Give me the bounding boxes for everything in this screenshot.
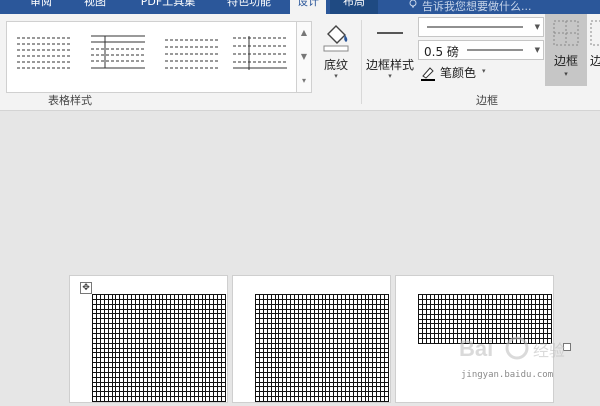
pen-weight-combo[interactable]: 0.5 磅 ▼	[418, 40, 544, 60]
table-grid-lines	[92, 294, 226, 402]
ribbon: ▲ ▼ ▾ 表格样式 底纹 ▾ 边框样式 ▾ ▼ 0.5 磅 ▼ 笔颜色 ▾ 边…	[0, 14, 600, 111]
border-styles-button[interactable]: 边框样式 ▾	[363, 18, 417, 88]
line-style-icon	[377, 32, 403, 34]
border-styles-dropdown-icon: ▾	[388, 72, 392, 80]
svg-text:Bai: Bai	[459, 336, 493, 361]
borders-button[interactable]: 边框 ▾	[545, 14, 587, 86]
pen-weight-value: 0.5 磅	[424, 45, 459, 59]
table-grid-lines	[255, 294, 389, 402]
paint-bucket-icon	[323, 25, 349, 52]
borders-button-label: 边框	[553, 54, 578, 68]
document-page-1[interactable]	[69, 275, 228, 403]
table-style-plain-3[interactable]	[161, 32, 223, 72]
tab-special-features[interactable]: 特色功能	[212, 0, 286, 14]
pen-color-icon	[421, 67, 435, 81]
chevron-down-icon: ▾	[482, 67, 486, 75]
tab-review[interactable]: 审阅	[18, 0, 64, 14]
border-painter-label: 边	[590, 54, 600, 68]
borders-group-label: 边框	[476, 94, 498, 107]
border-styles-label: 边框样式	[365, 58, 414, 72]
tab-design[interactable]: 设计	[290, 0, 326, 14]
pen-color-label: 笔颜色	[440, 66, 477, 80]
svg-text:经验: 经验	[533, 342, 565, 360]
table-styles-gallery[interactable]	[6, 21, 298, 93]
gallery-more-icon[interactable]: ▾	[297, 70, 311, 92]
line-style-combo[interactable]: ▼	[418, 17, 544, 37]
border-painter-button[interactable]: 边	[588, 14, 600, 86]
shading-button[interactable]: 底纹 ▾	[316, 18, 356, 88]
gallery-scrollbar: ▲ ▼ ▾	[296, 21, 312, 93]
shading-dropdown-icon: ▾	[334, 72, 338, 80]
table-move-handle-icon[interactable]: ✥	[80, 282, 92, 294]
pen-color-button[interactable]: 笔颜色 ▾	[420, 64, 500, 82]
tell-me-search[interactable]: 告诉我您想要做什么...	[408, 0, 532, 14]
tell-me-text: 告诉我您想要做什么...	[422, 0, 532, 13]
table-style-plain-2[interactable]	[87, 32, 149, 72]
table-grid-2[interactable]	[255, 294, 389, 406]
table-style-plain-1[interactable]	[13, 32, 75, 72]
chevron-down-icon: ▼	[534, 46, 540, 54]
ribbon-tab-bar: 审阅 视图 PDF工具集 特色功能 设计 布局 告诉我您想要做什么...	[0, 0, 600, 14]
ribbon-separator	[361, 20, 362, 104]
table-styles-group-label: 表格样式	[48, 94, 92, 107]
gallery-scroll-down-icon[interactable]: ▼	[297, 46, 311, 68]
table-style-plain-4[interactable]	[229, 32, 291, 72]
line-sample-icon	[427, 26, 523, 28]
table-grid-1[interactable]	[92, 294, 226, 406]
shading-label: 底纹	[323, 58, 348, 72]
tab-view[interactable]: 视图	[70, 0, 120, 14]
gallery-scroll-up-icon[interactable]: ▲	[297, 22, 311, 44]
watermark-url: jingyan.baidu.com	[461, 370, 554, 380]
tab-layout[interactable]: 布局	[330, 0, 378, 14]
weight-sample-icon	[467, 49, 523, 51]
borders-grid-icon	[553, 20, 579, 46]
borders-dropdown-icon: ▾	[564, 70, 568, 78]
lightbulb-icon	[409, 0, 417, 8]
chevron-down-icon: ▼	[534, 23, 540, 31]
tab-pdf-tools[interactable]: PDF工具集	[128, 0, 208, 14]
border-painter-icon	[590, 20, 600, 46]
document-page-2[interactable]	[232, 275, 391, 403]
